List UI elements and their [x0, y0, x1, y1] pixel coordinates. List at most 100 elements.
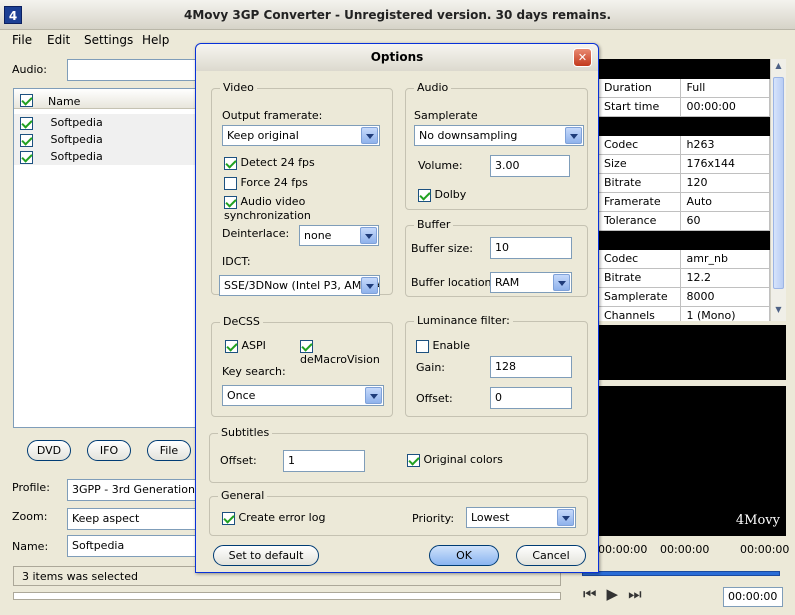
file-name: Softpedia	[50, 150, 103, 163]
priority-select[interactable]: Lowest	[466, 507, 576, 528]
info-row: Codec h263	[598, 135, 770, 155]
close-icon[interactable]	[573, 48, 592, 67]
menu-settings[interactable]: Settings	[84, 33, 133, 47]
file-button[interactable]: File	[147, 440, 191, 461]
file-checkbox[interactable]	[20, 116, 33, 130]
scroll-thumb[interactable]	[773, 77, 784, 289]
seek-bar[interactable]	[582, 571, 780, 576]
info-value: 12.2	[680, 268, 770, 288]
info-key: Bitrate	[598, 173, 681, 193]
set-default-button[interactable]: Set to default	[213, 545, 319, 566]
ok-button[interactable]: OK	[429, 545, 499, 566]
profile-select[interactable]: 3GPP - 3rd Generation Partnership	[67, 479, 197, 501]
name-input[interactable]: Softpedia	[67, 535, 197, 557]
dvd-button[interactable]: DVD	[27, 440, 71, 461]
info-scrollbar[interactable]: ▲ ▼	[770, 59, 786, 321]
original-colors-option[interactable]: Original colors	[407, 453, 503, 467]
subtitle-offset-input[interactable]: 1	[283, 450, 365, 472]
options-dialog: Options Video Output framerate: Keep ori…	[195, 43, 599, 573]
gain-input[interactable]: 128	[490, 356, 572, 378]
scroll-down-icon[interactable]: ▼	[773, 305, 784, 318]
chevron-down-icon[interactable]	[557, 509, 574, 526]
file-checkbox[interactable]	[20, 150, 33, 164]
luminance-enable-option[interactable]: Enable	[416, 339, 470, 353]
force24-option[interactable]: Force 24 fps	[224, 176, 308, 190]
list-item[interactable]: Softpedia	[20, 150, 103, 164]
video-group: Video Output framerate: Keep original De…	[211, 81, 393, 296]
chevron-down-icon[interactable]	[361, 277, 378, 294]
cancel-button[interactable]: Cancel	[516, 545, 586, 566]
info-key: Size	[598, 154, 681, 174]
aspi-checkbox[interactable]	[225, 339, 238, 353]
framerate-select[interactable]: Keep original	[222, 125, 380, 146]
luminance-offset-input[interactable]: 0	[490, 387, 572, 409]
force24-checkbox[interactable]	[224, 176, 237, 190]
demacrovision-option[interactable]: deMacroVision	[300, 339, 392, 366]
menu-help[interactable]: Help	[142, 33, 169, 47]
info-value: 120	[680, 173, 770, 193]
error-log-checkbox[interactable]	[222, 511, 235, 525]
rewind-icon[interactable]: ⏮	[583, 585, 607, 603]
name-label: Name:	[12, 540, 49, 553]
general-group-title: General	[218, 489, 268, 502]
key-search-select[interactable]: Once	[222, 385, 384, 406]
chevron-down-icon[interactable]	[361, 127, 378, 144]
buffer-size-input[interactable]: 10	[490, 237, 572, 259]
forward-icon[interactable]: ⏭	[628, 585, 652, 603]
info-row: Codec amr_nb	[598, 249, 770, 269]
info-key: Codec	[598, 135, 681, 155]
zoom-select[interactable]: Keep aspect	[67, 508, 197, 530]
aspi-option[interactable]: ASPI	[225, 339, 266, 353]
dolby-checkbox[interactable]	[418, 188, 431, 202]
list-item[interactable]: Softpedia	[20, 116, 103, 130]
buffer-location-select[interactable]: RAM	[490, 272, 572, 293]
chevron-down-icon[interactable]	[565, 127, 582, 144]
profile-label: Profile:	[12, 481, 50, 494]
menu-edit[interactable]: Edit	[47, 33, 70, 47]
decss-group: DeCSS ASPI deMacroVision Key search: Onc…	[211, 315, 393, 417]
current-time: 00:00:00	[723, 587, 783, 607]
deinterlace-select[interactable]: none	[299, 225, 379, 246]
file-checkbox[interactable]	[20, 133, 33, 147]
info-row: Start time 00:00:00	[598, 97, 770, 117]
buffer-location-label: Buffer location:	[411, 276, 496, 289]
audio-field[interactable]	[67, 59, 197, 81]
detect24-option[interactable]: Detect 24 fps	[224, 156, 315, 170]
avsync-option[interactable]: Audio video synchronization	[224, 195, 392, 222]
audio-label: Audio:	[12, 63, 47, 76]
ifo-button[interactable]: IFO	[87, 440, 131, 461]
list-item[interactable]: Softpedia	[20, 133, 103, 147]
select-all-checkbox[interactable]	[20, 93, 33, 107]
file-list-header: Name	[14, 89, 196, 109]
app-title: 4Movy 3GP Converter - Unregistered versi…	[183, 8, 612, 22]
scroll-up-icon[interactable]: ▲	[773, 61, 784, 74]
error-log-option[interactable]: Create error log	[222, 511, 325, 525]
idct-label: IDCT:	[222, 255, 251, 268]
chevron-down-icon[interactable]	[553, 274, 570, 291]
dolby-option[interactable]: Dolby	[418, 188, 466, 202]
info-row: Tolerance 60	[598, 211, 770, 231]
samplerate-select[interactable]: No downsampling	[414, 125, 584, 146]
buffer-size-label: Buffer size:	[411, 242, 473, 255]
gain-label: Gain:	[416, 361, 445, 374]
chevron-down-icon[interactable]	[365, 387, 382, 404]
info-value: amr_nb	[680, 249, 770, 269]
dialog-title-bar: Options	[196, 44, 598, 71]
demacrovision-checkbox[interactable]	[300, 339, 313, 353]
luminance-enable-checkbox[interactable]	[416, 339, 429, 353]
file-list[interactable]: Name Softpedia Softpedia Softpedia	[13, 88, 197, 428]
info-key: Framerate	[598, 192, 681, 212]
play-icon[interactable]: ▶	[607, 585, 629, 603]
detect24-checkbox[interactable]	[224, 156, 237, 170]
dialog-title: Options	[370, 50, 424, 64]
column-name-header[interactable]: Name	[48, 95, 80, 108]
info-key: Channels	[598, 306, 681, 321]
original-colors-checkbox[interactable]	[407, 453, 420, 467]
menu-file[interactable]: File	[12, 33, 32, 47]
idct-select[interactable]: SSE/3DNow (Intel P3, AMD Athlon)	[219, 275, 380, 296]
avsync-checkbox[interactable]	[224, 195, 237, 209]
chevron-down-icon[interactable]	[360, 227, 377, 244]
volume-input[interactable]: 3.00	[490, 155, 570, 177]
zoom-label: Zoom:	[12, 510, 48, 523]
audio-group-title: Audio	[414, 81, 452, 94]
